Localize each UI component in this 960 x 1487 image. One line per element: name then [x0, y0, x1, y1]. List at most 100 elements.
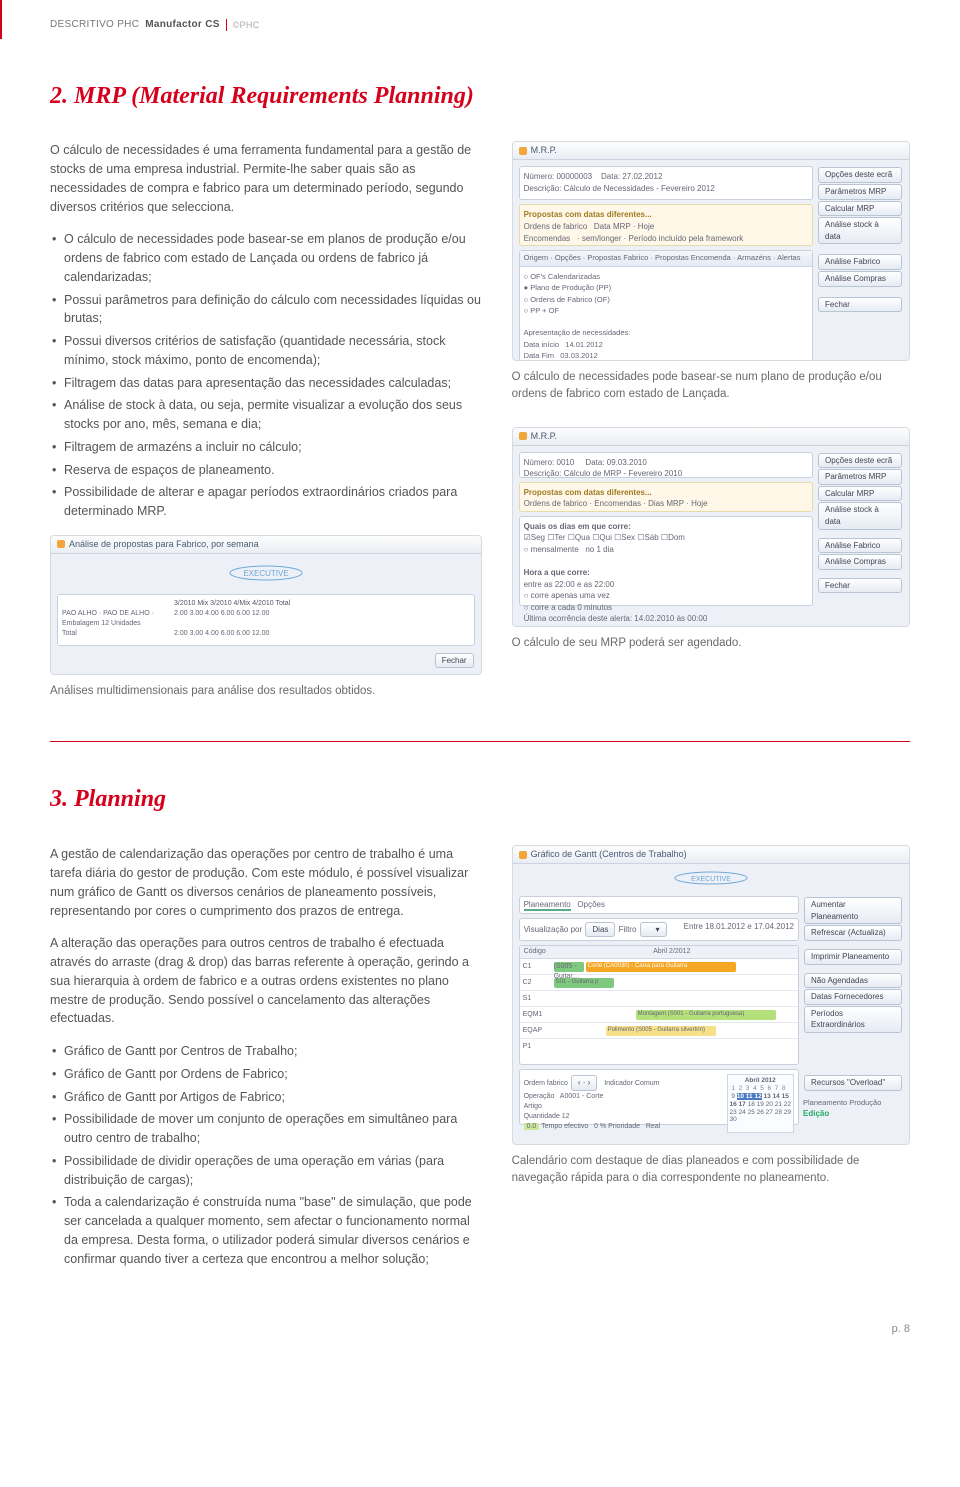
executive-logo: EXECUTIVE [672, 870, 750, 886]
label: Operação [524, 1093, 555, 1100]
side-button[interactable]: Não Agendadas [804, 973, 902, 989]
label: Número: [524, 458, 555, 467]
side-button[interactable]: Recursos "Overload" [804, 1075, 902, 1091]
bullet: Reserva de espaços de planeamento. [50, 461, 482, 480]
label: Data: [601, 172, 620, 181]
side-button[interactable]: Opções deste ecrã [818, 167, 902, 183]
bullet: Filtragem de armazéns a incluir no cálcu… [50, 438, 482, 457]
tab[interactable]: Origem [524, 253, 549, 262]
figure-gantt-window: Gráfico de Gantt (Centros de Trabalho) E… [512, 845, 910, 1145]
label: Prioridade [608, 1123, 640, 1130]
label: Ordem fabrico [524, 1080, 568, 1087]
header-title: Manufactor CS [145, 18, 219, 33]
date-range: Entre 18.01.2012 e 17.04.2012 [684, 921, 794, 939]
row-label: C1 [520, 962, 546, 972]
row-label: P1 [520, 1042, 546, 1052]
label: Tempo efectivo [541, 1123, 588, 1130]
fig3-caption: O cálculo de seu MRP poderá ser agendado… [512, 635, 910, 652]
row-label: C2 [520, 978, 546, 988]
section-divider [50, 741, 910, 742]
side-button[interactable]: Calcular MRP [818, 486, 902, 502]
side-button[interactable]: Parâmetros MRP [818, 469, 902, 485]
close-button[interactable]: Fechar [435, 653, 474, 669]
side-button[interactable]: Imprimir Planeamento [804, 949, 902, 965]
bullet: Possibilidade de mover um conjunto de op… [50, 1110, 482, 1148]
tab[interactable]: Planeamento [524, 900, 571, 911]
side-button[interactable]: Opções deste ecrã [818, 453, 902, 469]
side-button[interactable]: Datas Fornecedores [804, 989, 902, 1005]
window-icon [57, 540, 65, 548]
row-label: EQAP [520, 1026, 546, 1036]
header-brand: ©PHC [233, 19, 260, 32]
executive-logo: EXECUTIVE [227, 564, 305, 582]
tab[interactable]: Opções [555, 253, 581, 262]
section-3-bullets: Gráfico de Gantt por Centros de Trabalho… [50, 1042, 482, 1268]
side-button[interactable]: Refrescar (Actualiza) [804, 925, 902, 941]
row-label: EQM1 [520, 1010, 546, 1020]
bullet: O cálculo de necessidades pode basear-se… [50, 230, 482, 286]
bullet: Gráfico de Gantt por Ordens de Fabrico; [50, 1065, 482, 1084]
label: Real [646, 1123, 660, 1130]
bullet: Gráfico de Gantt por Centros de Trabalho… [50, 1042, 482, 1061]
window-icon [519, 851, 527, 859]
label: Visualização por [524, 925, 583, 934]
side-button[interactable]: Períodos Extraordinários [804, 1006, 902, 1033]
label: Descrição: [524, 184, 562, 193]
page-number: p. 8 [892, 1323, 910, 1335]
side-button[interactable]: Parâmetros MRP [818, 184, 902, 200]
fig1-caption: Análises multidimensionais para análise … [50, 683, 482, 700]
window-icon [519, 147, 527, 155]
tab[interactable]: Opções [577, 900, 605, 909]
bullet: Análise de stock à data, ou seja, permit… [50, 396, 482, 434]
side-button[interactable]: Análise stock à data [818, 217, 902, 244]
tab[interactable]: Armazéns [737, 253, 771, 262]
fig4-caption: Calendário com destaque de dias planeado… [512, 1153, 910, 1186]
figure-mrp-window: M.R.P. Número: 00000003 Data: 27.02.2012… [512, 141, 910, 361]
section-2-title: 2. MRP (Material Requirements Planning) [50, 79, 910, 114]
tab[interactable]: Propostas Fabrico [587, 253, 648, 262]
tab[interactable]: Alertas [777, 253, 800, 262]
section-3-p2: A alteração das operações para outros ce… [50, 934, 482, 1028]
label: Planeamento Produção [803, 1098, 903, 1109]
side-button[interactable]: Análise Fabrico [818, 254, 902, 270]
side-button[interactable]: Análise stock à data [818, 502, 902, 529]
label: Quantidade [524, 1113, 560, 1120]
label: Indicador Comum [604, 1080, 659, 1087]
figure-analysis-window: Análise de propostas para Fabrico, por s… [50, 535, 482, 675]
side-button[interactable]: Análise Compras [818, 271, 902, 287]
fig2-caption: O cálculo de necessidades pode basear-se… [512, 369, 910, 402]
side-button[interactable]: Aumentar Planeamento [804, 897, 902, 924]
window-icon [519, 432, 527, 440]
close-button[interactable]: Fechar [818, 578, 902, 594]
section-2-intro: O cálculo de necessidades é uma ferramen… [50, 141, 482, 216]
dropdown[interactable]: Dias [585, 922, 615, 938]
svg-text:EXECUTIVE: EXECUTIVE [691, 876, 731, 883]
fig1-title: Análise de propostas para Fabrico, por s… [69, 538, 259, 551]
bullet: Filtragem das datas para apresentação da… [50, 374, 482, 393]
section-3-title: 3. Planning [50, 782, 910, 817]
side-button[interactable]: Calcular MRP [818, 201, 902, 217]
bullet: Possibilidade de dividir operações de um… [50, 1152, 482, 1190]
bullet: Possui diversos critérios de satisfação … [50, 332, 482, 370]
side-button[interactable]: Análise Fabrico [818, 538, 902, 554]
label: Data: [585, 458, 604, 467]
header-separator [226, 19, 227, 31]
section-2-bullets: O cálculo de necessidades pode basear-se… [50, 230, 482, 521]
svg-text:EXECUTIVE: EXECUTIVE [243, 569, 288, 578]
section-3-p1: A gestão de calendarização das operações… [50, 845, 482, 920]
label: Descrição: [524, 469, 562, 478]
bullet: Possui parâmetros para definição do cálc… [50, 291, 482, 329]
tab[interactable]: Propostas Encomenda [655, 253, 731, 262]
bullet: Gráfico de Gantt por Artigos de Fabrico; [50, 1088, 482, 1107]
page-header: DESCRITIVO PHC Manufactor CS ©PHC [0, 0, 910, 39]
col-header: Código [524, 947, 550, 957]
fig3-title: M.R.P. [531, 430, 557, 443]
close-button[interactable]: Fechar [818, 297, 902, 313]
label: Artigo [524, 1103, 542, 1110]
fig4-title: Gráfico de Gantt (Centros de Trabalho) [531, 848, 687, 861]
fig2-title: M.R.P. [531, 144, 557, 157]
filter-dropdown[interactable]: ▾ [640, 922, 667, 938]
label: Número: [524, 172, 555, 181]
side-button[interactable]: Análise Compras [818, 554, 902, 570]
header-pre: DESCRITIVO PHC [50, 18, 139, 33]
